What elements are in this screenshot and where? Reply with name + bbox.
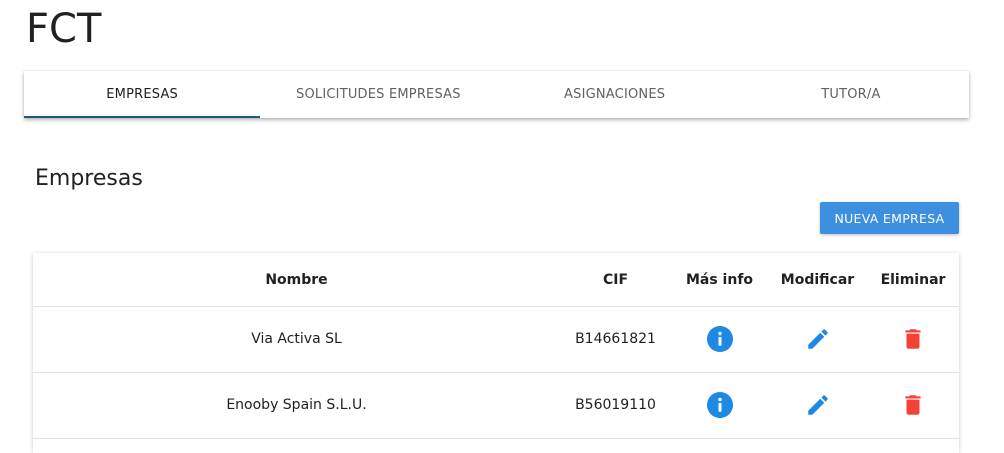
info-icon[interactable] bbox=[706, 392, 733, 418]
table-header: Nombre CIF Más info Modificar Eliminar bbox=[33, 253, 959, 307]
company-name: Enooby Spain S.L.U. bbox=[226, 397, 367, 413]
company-cif: B14661821 bbox=[575, 331, 656, 347]
tab-asignaciones[interactable]: ASIGNACIONES bbox=[497, 71, 733, 118]
trash-icon[interactable] bbox=[900, 326, 926, 352]
tab-empresas[interactable]: EMPRESAS bbox=[24, 71, 261, 118]
new-company-button[interactable]: NUEVA EMPRESA bbox=[820, 202, 959, 234]
pencil-icon[interactable] bbox=[805, 326, 831, 352]
column-header-eliminar: Eliminar bbox=[880, 271, 946, 288]
app-title: FCT bbox=[26, 6, 102, 52]
column-header-nombre: Nombre bbox=[265, 271, 328, 288]
company-name: Via Activa SL bbox=[251, 331, 342, 347]
tab-bar: EMPRESAS SOLICITUDES EMPRESAS ASIGNACION… bbox=[24, 71, 969, 118]
table-row: Enooby Spain S.L.U. B56019110 bbox=[33, 372, 959, 439]
column-header-modificar: Modificar bbox=[780, 271, 855, 288]
trash-icon[interactable] bbox=[900, 392, 926, 418]
column-header-cif: CIF bbox=[602, 271, 629, 288]
table-row: Via Activa SL B14661821 bbox=[33, 306, 959, 373]
tab-tutor[interactable]: TUTOR/A bbox=[733, 71, 969, 118]
section-title: Empresas bbox=[35, 166, 143, 191]
companies-table: Nombre CIF Más info Modificar Eliminar V… bbox=[33, 253, 959, 453]
tab-solicitudes-empresas[interactable]: SOLICITUDES EMPRESAS bbox=[260, 71, 496, 118]
info-icon[interactable] bbox=[706, 326, 733, 352]
column-header-mas-info: Más info bbox=[685, 271, 754, 288]
company-cif: B56019110 bbox=[575, 397, 656, 413]
pencil-icon[interactable] bbox=[805, 392, 831, 418]
